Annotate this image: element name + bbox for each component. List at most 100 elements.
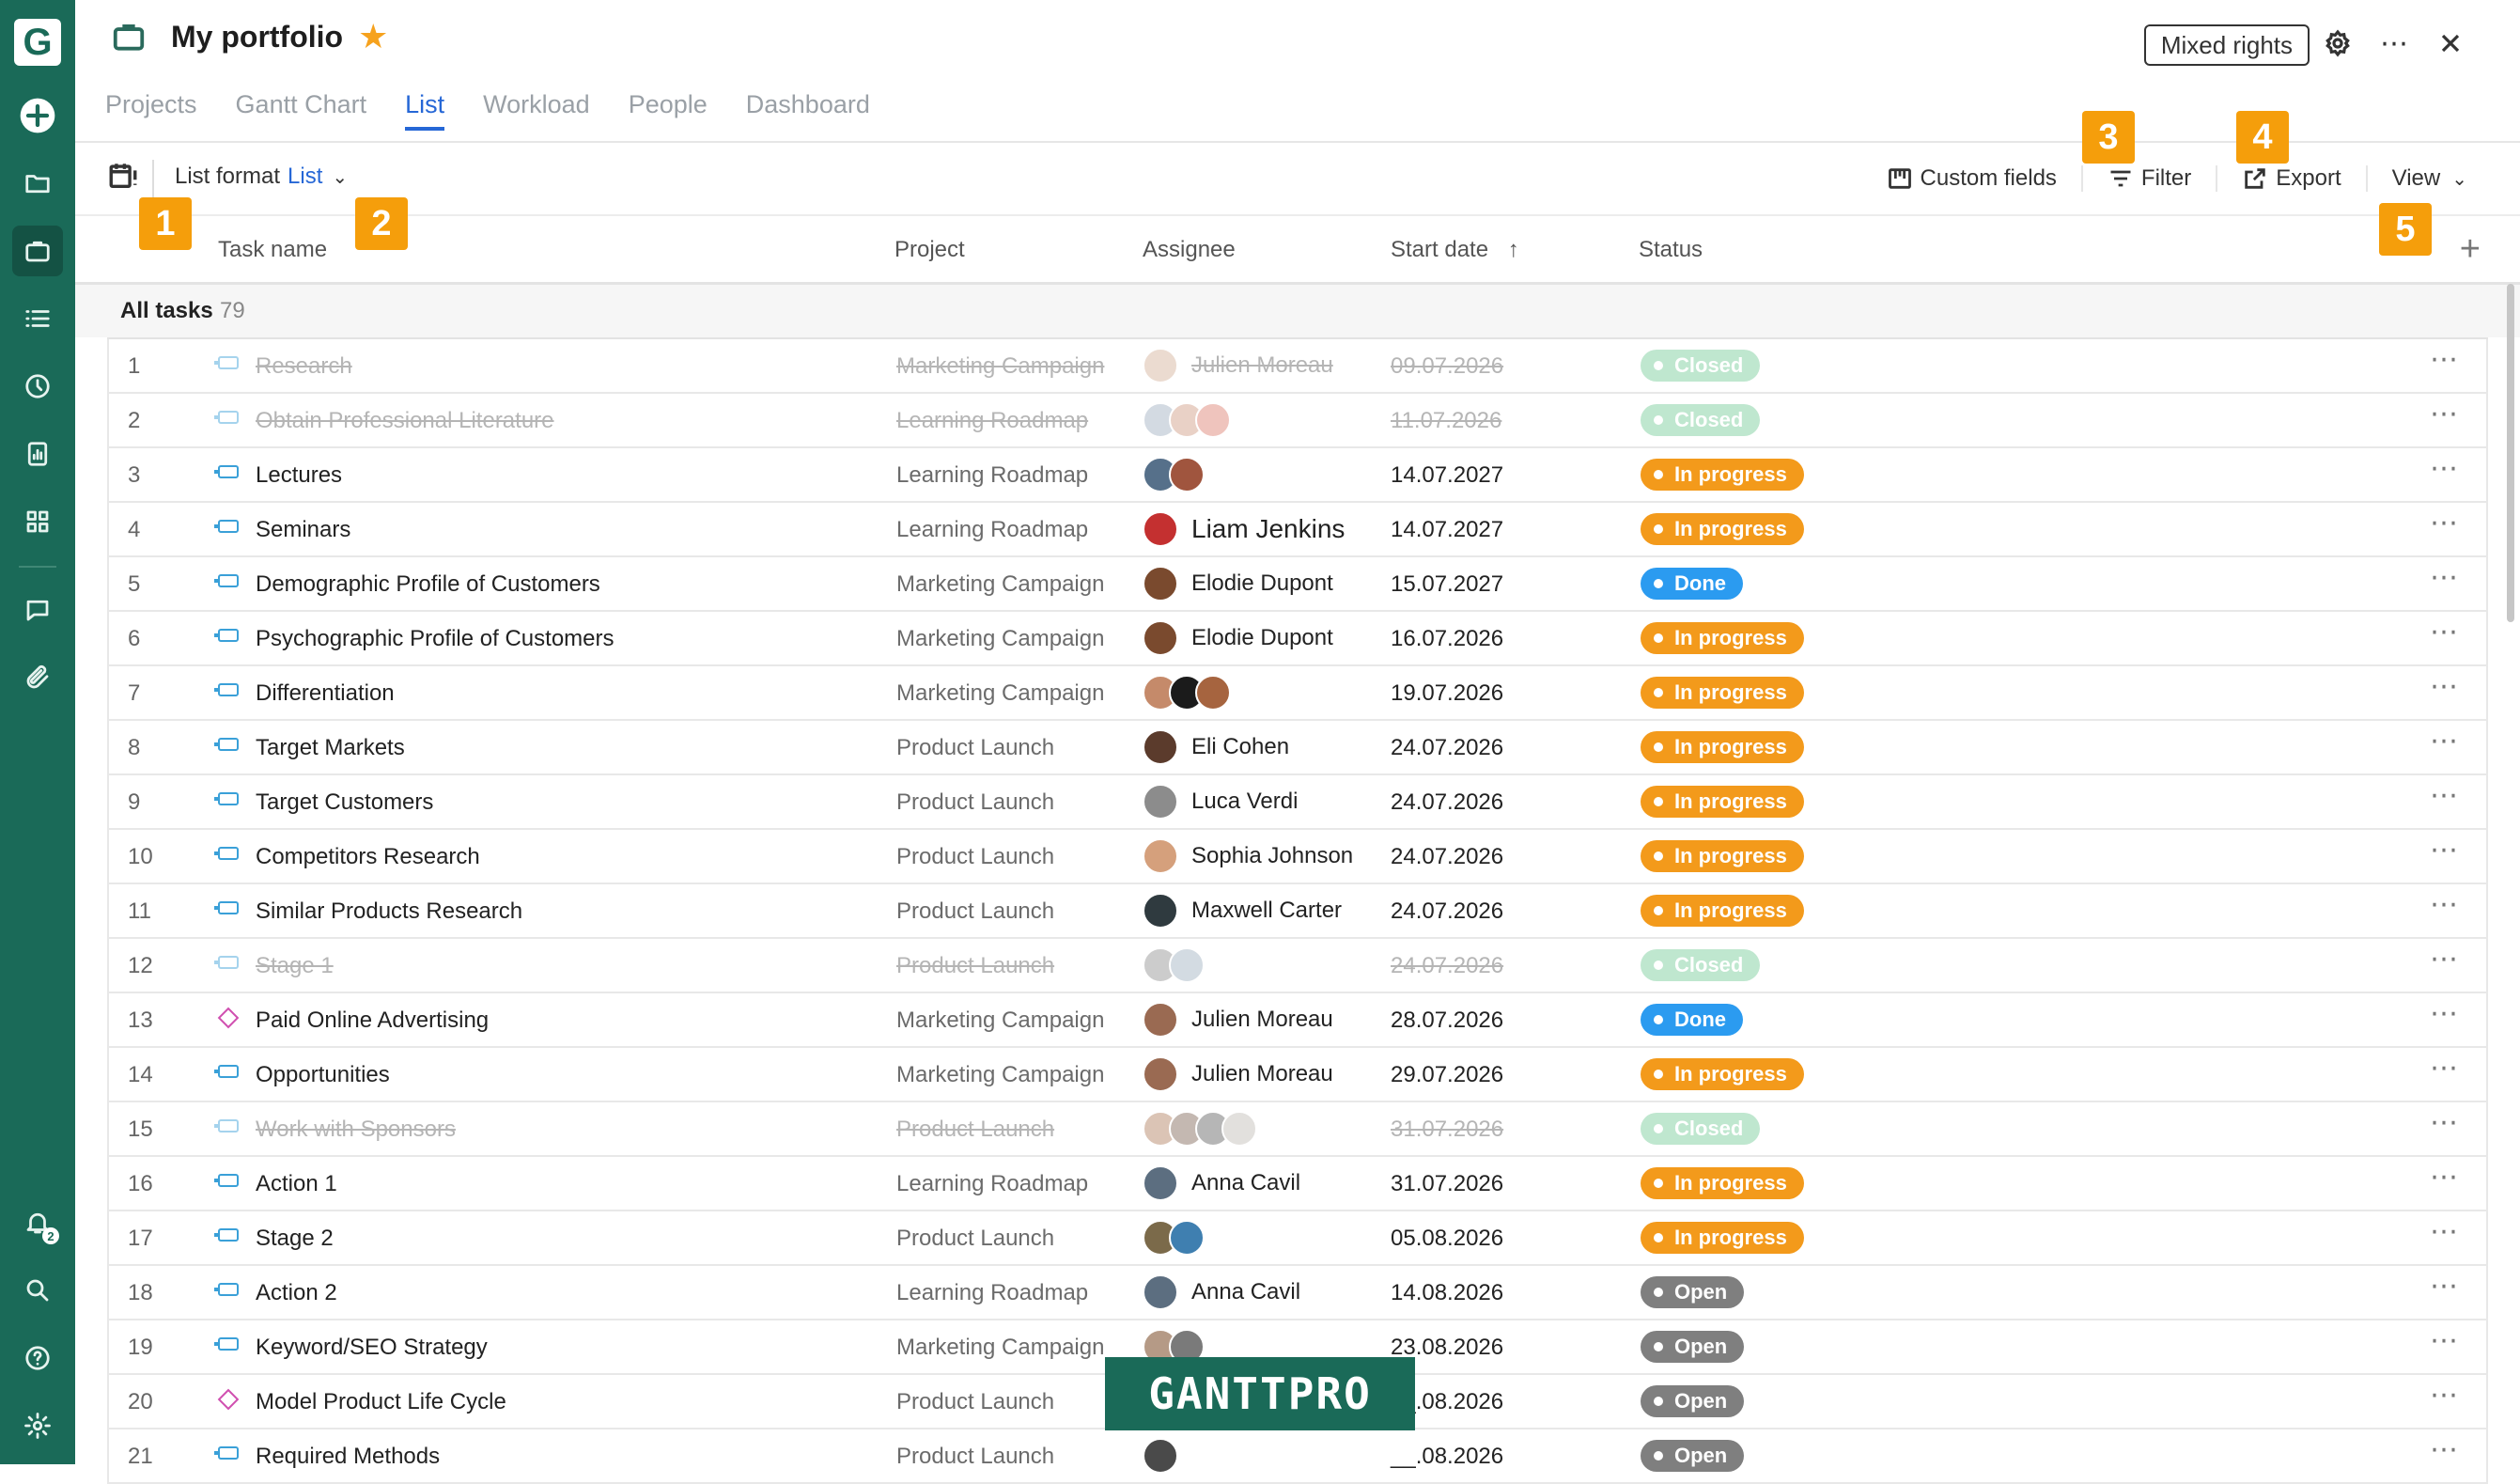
table-row[interactable]: 5 Demographic Profile of Customers Marketi… xyxy=(107,557,2488,612)
start-date[interactable]: 24.07.2026 xyxy=(1391,844,1503,870)
portfolio-nav-button[interactable] xyxy=(12,226,63,276)
projects-nav-button[interactable] xyxy=(12,158,63,209)
status-badge[interactable]: Closed xyxy=(1641,1113,1761,1145)
assignee-cell[interactable]: Anna Cavil xyxy=(1143,1274,1300,1310)
row-more-options-icon[interactable]: ⋯ xyxy=(2430,1379,2459,1412)
project-name[interactable]: Product Launch xyxy=(896,1117,1054,1143)
table-row[interactable]: 1 Research Marketing Campaign Julien Moreau… xyxy=(107,339,2488,394)
status-cell[interactable]: Closed xyxy=(1641,404,1761,436)
row-more-options-icon[interactable]: ⋯ xyxy=(2430,616,2459,648)
assignee-cell[interactable]: Elodie Dupont xyxy=(1143,566,1333,601)
project-name[interactable]: Marketing Campaign xyxy=(896,571,1104,598)
project-name[interactable]: Learning Roadmap xyxy=(896,408,1088,434)
task-name[interactable]: Work with Sponsors xyxy=(256,1117,456,1143)
table-row[interactable]: 10 Competitors Research Product Launch Soph… xyxy=(107,830,2488,884)
tab-projects[interactable]: Projects xyxy=(105,90,197,131)
project-name[interactable]: Product Launch xyxy=(896,1226,1054,1252)
table-row[interactable]: 3 Lectures Learning Roadmap 14.07.2027 In pr… xyxy=(107,448,2488,503)
project-name[interactable]: Learning Roadmap xyxy=(896,517,1088,543)
column-header-status[interactable]: Status xyxy=(1639,237,1703,263)
add-column-icon[interactable]: + xyxy=(2460,229,2481,270)
status-badge[interactable]: In progress xyxy=(1641,513,1804,545)
settings-button[interactable] xyxy=(2319,24,2357,62)
start-date[interactable]: 24.07.2026 xyxy=(1391,789,1503,816)
assignee-cell[interactable] xyxy=(1143,947,1205,983)
task-name[interactable]: Model Product Life Cycle xyxy=(256,1389,506,1415)
status-cell[interactable]: Closed xyxy=(1641,350,1761,382)
assignee-cell[interactable]: Eli Cohen xyxy=(1143,729,1289,765)
reports-nav-button[interactable] xyxy=(12,429,63,479)
status-cell[interactable]: Open xyxy=(1641,1440,1745,1472)
row-more-options-icon[interactable]: ⋯ xyxy=(2430,343,2459,376)
row-more-options-icon[interactable]: ⋯ xyxy=(2430,1161,2459,1194)
project-name[interactable]: Product Launch xyxy=(896,735,1054,761)
table-row[interactable]: 6 Psychographic Profile of Customers Marke… xyxy=(107,612,2488,666)
task-name[interactable]: Demographic Profile of Customers xyxy=(256,571,600,598)
start-date[interactable]: 11.07.2026 xyxy=(1391,408,1501,434)
status-badge[interactable]: In progress xyxy=(1641,1058,1804,1090)
table-row[interactable]: 17 Stage 2 Product Launch 05.08.2026 In prog… xyxy=(107,1211,2488,1266)
assignee-cell[interactable]: Luca Verdi xyxy=(1143,784,1298,820)
project-name[interactable]: Marketing Campaign xyxy=(896,1062,1104,1088)
task-name[interactable]: Obtain Professional Literature xyxy=(256,408,554,434)
table-row[interactable]: 11 Similar Products Research Product Launc… xyxy=(107,884,2488,939)
row-more-options-icon[interactable]: ⋯ xyxy=(2430,725,2459,758)
status-cell[interactable]: In progress xyxy=(1641,677,1804,709)
task-name[interactable]: Competitors Research xyxy=(256,844,480,870)
project-name[interactable]: Product Launch xyxy=(896,898,1054,925)
status-cell[interactable]: In progress xyxy=(1641,1222,1804,1254)
start-date[interactable]: 14.07.2027 xyxy=(1391,517,1503,543)
table-row[interactable]: 14 Opportunities Marketing Campaign Julien … xyxy=(107,1048,2488,1102)
assignee-cell[interactable]: Julien Moreau xyxy=(1143,1002,1333,1038)
status-badge[interactable]: Open xyxy=(1641,1331,1745,1363)
table-row[interactable]: 15 Work with Sponsors Product Launch 31.07.… xyxy=(107,1102,2488,1157)
status-cell[interactable]: Closed xyxy=(1641,1113,1761,1145)
project-name[interactable]: Marketing Campaign xyxy=(896,680,1104,707)
status-badge[interactable]: Closed xyxy=(1641,949,1761,981)
assignee-cell[interactable] xyxy=(1143,675,1231,711)
start-date[interactable]: 16.07.2026 xyxy=(1391,626,1503,652)
project-name[interactable]: Product Launch xyxy=(896,1389,1054,1415)
assignee-cell[interactable]: Elodie Dupont xyxy=(1143,620,1333,656)
status-cell[interactable]: Open xyxy=(1641,1276,1745,1308)
table-row[interactable]: 2 Obtain Professional Literature Learning … xyxy=(107,394,2488,448)
task-name[interactable]: Stage 2 xyxy=(256,1226,334,1252)
row-more-options-icon[interactable]: ⋯ xyxy=(2430,1052,2459,1085)
list-format-dropdown[interactable]: List format List ⌄ xyxy=(175,164,348,190)
status-badge[interactable]: In progress xyxy=(1641,1222,1804,1254)
table-row[interactable]: 9 Target Customers Product Launch Luca Verd… xyxy=(107,775,2488,830)
export-button[interactable]: Export xyxy=(2216,165,2365,192)
project-name[interactable]: Learning Roadmap xyxy=(896,1171,1088,1197)
ganttpro-logo[interactable]: G xyxy=(14,19,61,66)
start-date[interactable]: 15.07.2027 xyxy=(1391,571,1503,598)
status-cell[interactable]: In progress xyxy=(1641,840,1804,872)
task-name[interactable]: Research xyxy=(256,353,352,380)
start-date[interactable]: 24.07.2026 xyxy=(1391,953,1503,979)
close-icon[interactable] xyxy=(2432,24,2469,62)
project-name[interactable]: Marketing Campaign xyxy=(896,1335,1104,1361)
status-cell[interactable]: Closed xyxy=(1641,949,1761,981)
row-more-options-icon[interactable]: ⋯ xyxy=(2430,943,2459,976)
start-date[interactable]: 31.07.2026 xyxy=(1391,1117,1503,1143)
calendar-alert-button[interactable] xyxy=(107,160,141,194)
row-more-options-icon[interactable]: ⋯ xyxy=(2430,670,2459,703)
row-more-options-icon[interactable]: ⋯ xyxy=(2430,997,2459,1030)
status-cell[interactable]: In progress xyxy=(1641,895,1804,927)
row-more-options-icon[interactable]: ⋯ xyxy=(2430,1215,2459,1248)
create-button[interactable] xyxy=(12,90,63,141)
start-date[interactable]: 31.07.2026 xyxy=(1391,1171,1503,1197)
status-badge[interactable]: In progress xyxy=(1641,1167,1804,1199)
status-cell[interactable]: Open xyxy=(1641,1331,1745,1363)
row-more-options-icon[interactable]: ⋯ xyxy=(2430,888,2459,921)
status-cell[interactable]: In progress xyxy=(1641,786,1804,818)
status-badge[interactable]: Open xyxy=(1641,1385,1745,1417)
task-name[interactable]: Stage 1 xyxy=(256,953,334,979)
status-cell[interactable]: In progress xyxy=(1641,731,1804,763)
table-row[interactable]: 12 Stage 1 Product Launch 24.07.2026 Closed ⋯ xyxy=(107,939,2488,993)
column-header-start-date[interactable]: Start date ↑ xyxy=(1391,237,1519,263)
assignee-cell[interactable]: Sophia Johnson xyxy=(1143,838,1353,874)
task-name[interactable]: Action 1 xyxy=(256,1171,337,1197)
project-name[interactable]: Marketing Campaign xyxy=(896,1008,1104,1034)
status-cell[interactable]: Open xyxy=(1641,1385,1745,1417)
tab-list[interactable]: List xyxy=(405,90,445,131)
